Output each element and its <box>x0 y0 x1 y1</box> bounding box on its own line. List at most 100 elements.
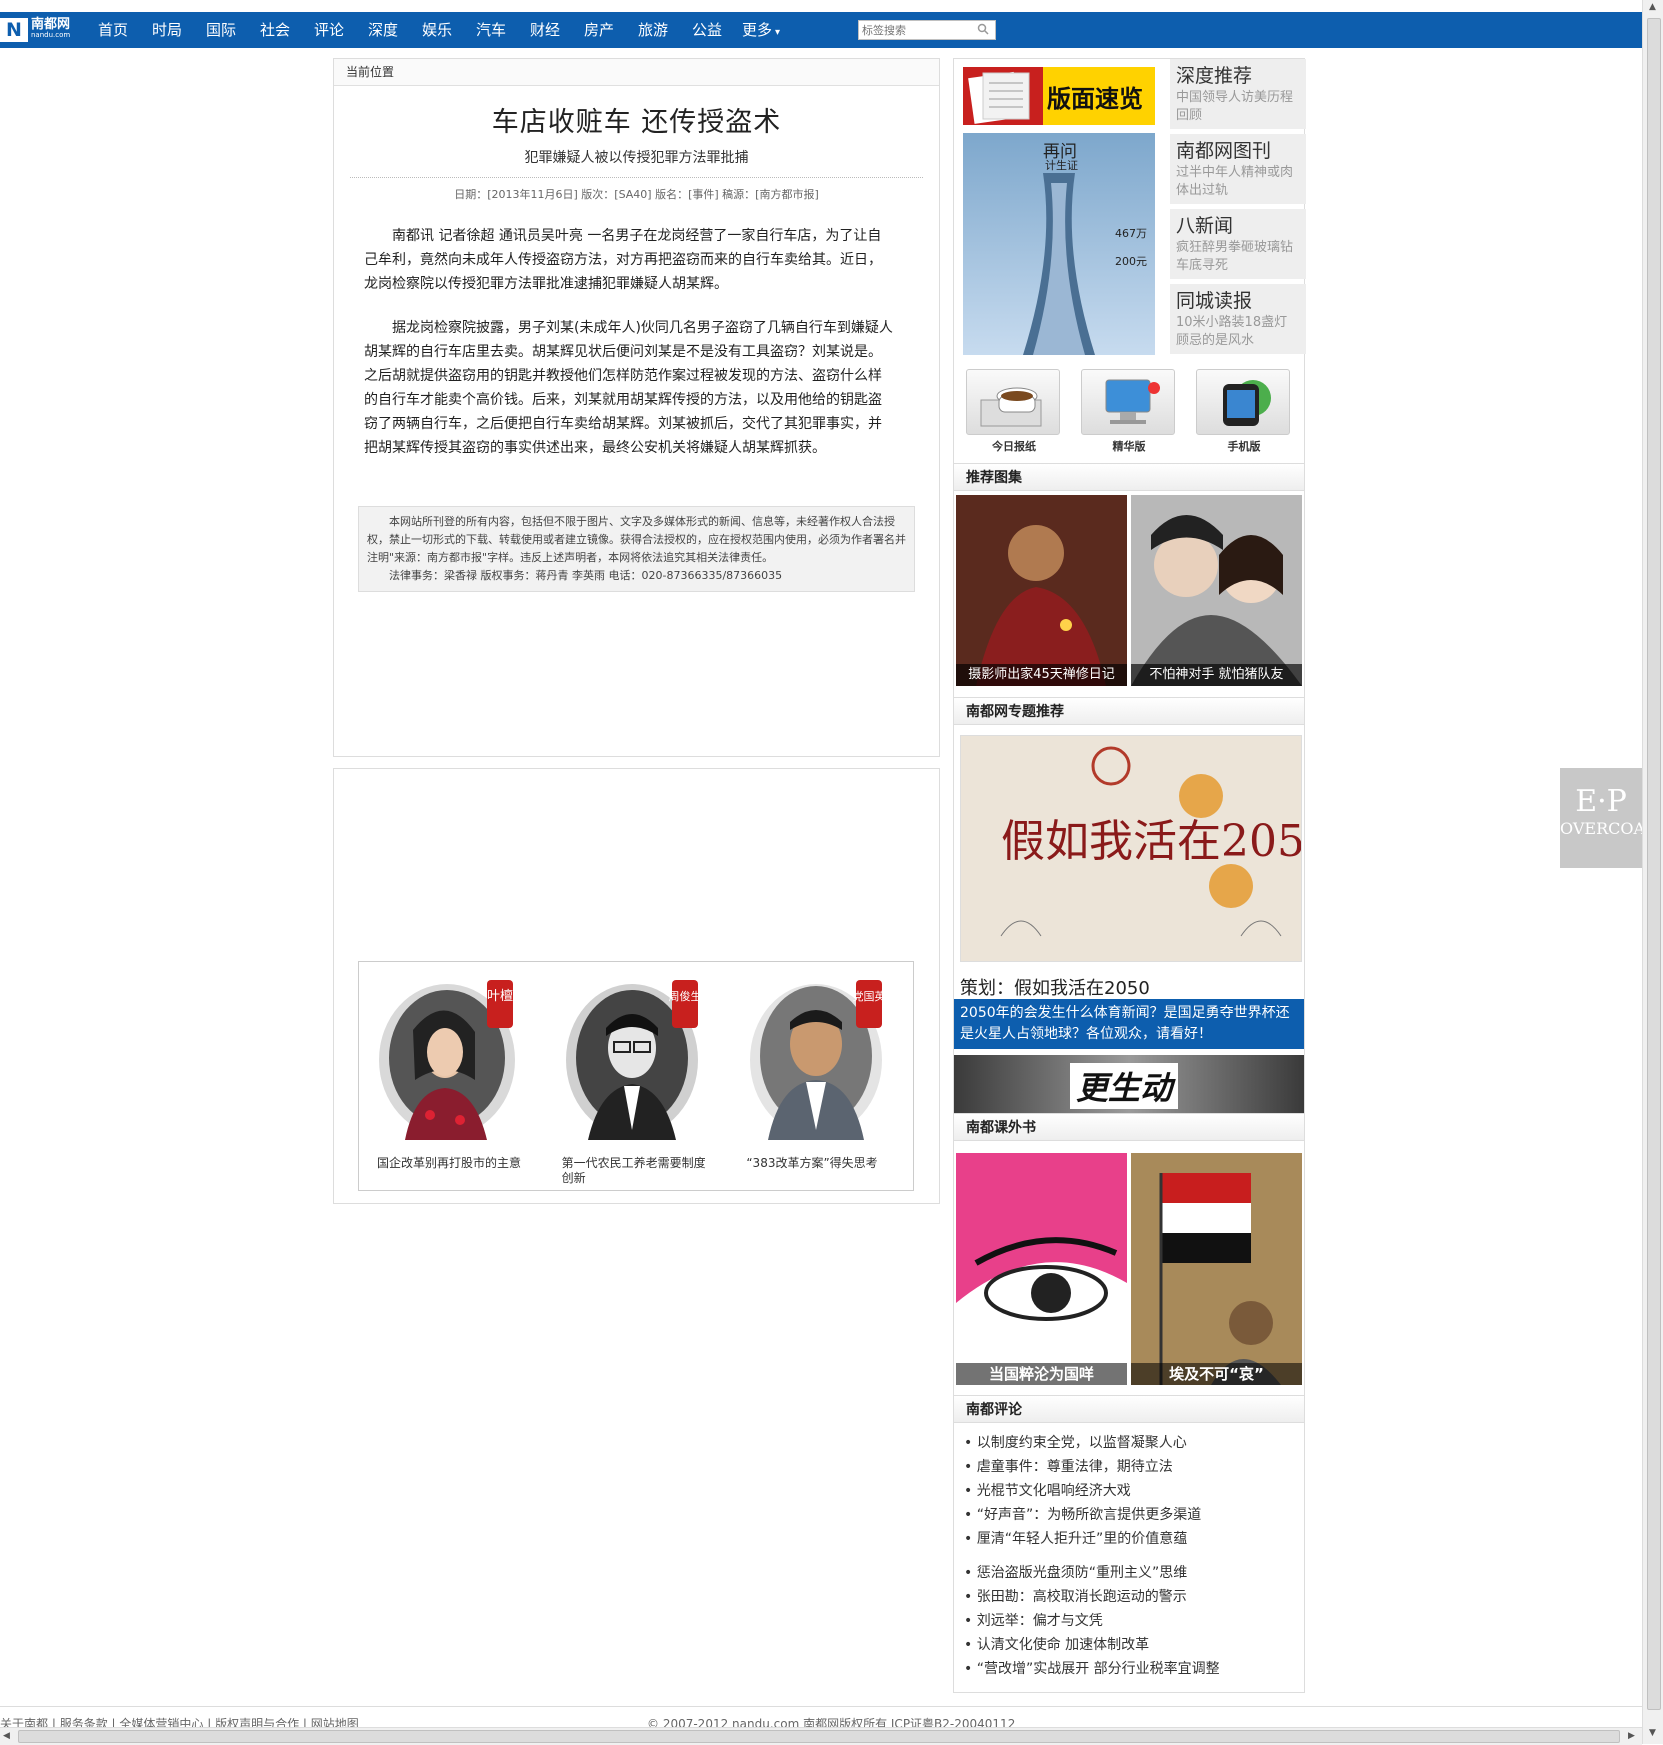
floating-ad-logo: E·P <box>1575 784 1627 819</box>
recommend-title[interactable]: 八新闻 <box>1176 211 1233 238</box>
comment-link[interactable]: 虐童事件：尊重法律，期待立法 <box>964 1455 1294 1479</box>
special-banner[interactable]: 假如我活在2050 <box>960 735 1333 962</box>
comment-link[interactable]: “营改增”实战展开 部分行业税率宜调整 <box>964 1657 1294 1681</box>
nav-item-society[interactable]: 社会 <box>248 12 302 48</box>
logo-mark: N <box>0 18 28 42</box>
comments-list: 以制度约束全党，以监督凝聚人心 虐童事件：尊重法律，期待立法 光棍节文化唱响经济… <box>964 1431 1294 1681</box>
nav-item-finance[interactable]: 财经 <box>518 12 572 48</box>
comment-link[interactable]: “好声音”：为畅所欲言提供更多渠道 <box>964 1503 1294 1527</box>
recommend-desc[interactable]: 疯狂醉男拳砸玻璃钻车底寻死 <box>1176 239 1296 275</box>
book-cover <box>1131 1153 1302 1385</box>
logo-domain: nandu.com <box>31 31 71 39</box>
nav-item-more[interactable]: 更多 ▾ <box>734 12 788 48</box>
columnist-strip: 叶檀 国企改革别再打股市的主意 周俊生 第一代农民工养老需要制度创新 党国英 “… <box>358 961 914 1191</box>
book-caption: 埃及不可“哀” <box>1131 1363 1302 1385</box>
nav-more-label: 更多 <box>741 21 772 39</box>
recommend-desc[interactable]: 10米小路装18盏灯顾忌的是风水 <box>1176 314 1296 350</box>
recommend-title[interactable]: 深度推荐 <box>1176 61 1252 88</box>
horizontal-scroll-thumb[interactable] <box>18 1730 1620 1743</box>
columnist-card[interactable]: 周俊生 第一代农民工养老需要制度创新 <box>544 962 729 1190</box>
special-art-text: 假如我活在2050 <box>1001 816 1301 867</box>
phone-icon <box>1196 369 1290 435</box>
columnist-caption[interactable]: 国企改革别再打股市的主意 <box>377 1156 527 1171</box>
comment-link[interactable]: 刘远举：偏才与文凭 <box>964 1609 1294 1633</box>
columnist-card[interactable]: 党国英 “383改革方案”得失思考 <box>728 962 913 1190</box>
search-icon[interactable] <box>977 23 991 37</box>
breadcrumb: 当前位置 <box>334 59 939 86</box>
app-digest[interactable]: 精华版 <box>1081 369 1177 455</box>
gallery-item[interactable]: 不怕神对手 就怕猪队友 <box>1131 495 1302 686</box>
book-item[interactable]: 埃及不可“哀” <box>1131 1153 1302 1385</box>
vertical-scrollbar[interactable]: ▲ ▼ <box>1642 0 1663 1744</box>
columnist-seal-1: 叶檀 <box>487 988 513 1004</box>
more-vivid-label: 更生动 <box>1070 1063 1179 1109</box>
recommend-title[interactable]: 南都网图刊 <box>1176 136 1271 163</box>
nav-item-home[interactable]: 首页 <box>86 12 140 48</box>
columnist-caption[interactable]: 第一代农民工养老需要制度创新 <box>562 1156 712 1186</box>
nav-item-realestate[interactable]: 房产 <box>572 12 626 48</box>
coffee-newspaper-icon <box>966 369 1060 435</box>
comments-heading: 南都评论 <box>954 1395 1304 1423</box>
columnist-portrait: 叶檀 <box>379 980 515 1140</box>
more-vivid-banner[interactable]: 更生动 <box>954 1055 1304 1113</box>
comment-link[interactable]: 惩治盗版光盘须防“重刑主义”思维 <box>964 1561 1294 1585</box>
special-heading: 南都网专题推荐 <box>954 697 1304 725</box>
footer-divider <box>0 1706 1642 1707</box>
article-box: 当前位置 车店收赃车 还传授盗术 犯罪嫌疑人被以传授犯罪方法罪批捕 日期：[20… <box>333 58 940 757</box>
columnist-portrait: 周俊生 <box>565 980 701 1140</box>
comment-link[interactable]: 张田勘：高校取消长跑运动的警示 <box>964 1585 1294 1609</box>
recommend-item[interactable]: 八新闻 疯狂醉男拳砸玻璃钻车底寻死 <box>962 209 1306 279</box>
scroll-up-icon[interactable]: ▲ <box>1649 2 1656 12</box>
nav-item-depth[interactable]: 深度 <box>356 12 410 48</box>
app-today-paper[interactable]: 今日报纸 <box>966 369 1062 455</box>
floating-ad-text: OVERCOA <box>1560 819 1642 838</box>
special-art: 假如我活在2050 <box>1000 746 1333 937</box>
comment-link[interactable]: 光棍节文化唱响经济大戏 <box>964 1479 1294 1503</box>
app-mobile[interactable]: 手机版 <box>1196 369 1292 455</box>
site-logo[interactable]: N 南都网 nandu.com <box>0 12 70 48</box>
special-blurb[interactable]: 2050年的会发生什么体育新闻？是国足勇夺世界杯还是火星人占领地球？各位观众，请… <box>954 999 1304 1049</box>
columnist-card[interactable]: 叶檀 国企改革别再打股市的主意 <box>359 962 544 1190</box>
comment-link[interactable]: 厘清“年轻人拒升迁”里的价值意蕴 <box>964 1527 1294 1551</box>
nav-item-entertainment[interactable]: 娱乐 <box>410 12 464 48</box>
gallery-photo <box>1131 495 1302 686</box>
recommend-item[interactable]: 南都网图刊 过半中年人精神或肉体出过轨 <box>962 134 1306 204</box>
comment-link[interactable]: 以制度约束全党，以监督凝聚人心 <box>964 1431 1294 1455</box>
vertical-scroll-thumb[interactable] <box>1647 18 1661 1710</box>
book-cover <box>956 1153 1127 1385</box>
app-label: 今日报纸 <box>992 440 1036 453</box>
app-label: 精华版 <box>1112 440 1146 453</box>
book-caption: 当国粹沦为国咩 <box>956 1363 1127 1385</box>
horizontal-scrollbar[interactable]: ◀ ▶ <box>0 1727 1642 1745</box>
nav-item-travel[interactable]: 旅游 <box>626 12 680 48</box>
nav-item-politics[interactable]: 时局 <box>140 12 194 48</box>
article-title: 车店收赃车 还传授盗术 <box>491 107 782 138</box>
recommend-desc[interactable]: 中国领导人访美历程回顾 <box>1176 89 1296 125</box>
nav-item-international[interactable]: 国际 <box>194 12 248 48</box>
scroll-right-icon[interactable]: ▶ <box>1628 1731 1635 1741</box>
nav-item-auto[interactable]: 汽车 <box>464 12 518 48</box>
columnist-seal-3: 党国英 <box>853 989 886 1003</box>
nav-item-opinion[interactable]: 评论 <box>302 12 356 48</box>
gallery-photo <box>956 495 1127 686</box>
article-meta: 日期：[2013年11月6日] 版次：[SA40] 版名：[事件] 稿源：[南方… <box>350 177 923 202</box>
app-label: 手机版 <box>1227 440 1261 453</box>
nav-item-charity[interactable]: 公益 <box>680 12 734 48</box>
gallery-caption: 不怕神对手 就怕猪队友 <box>1131 664 1302 686</box>
copyright-notice: 本网站所刊登的所有内容，包括但不限于图片、文字及多媒体形式的新闻、信息等，未经著… <box>358 506 915 592</box>
book-item[interactable]: 当国粹沦为国咩 <box>956 1153 1127 1385</box>
recommend-desc[interactable]: 过半中年人精神或肉体出过轨 <box>1176 164 1296 200</box>
search-input[interactable] <box>859 21 977 39</box>
scroll-left-icon[interactable]: ◀ <box>3 1731 10 1741</box>
gallery-caption: 摄影师出家45天禅修日记 <box>956 664 1127 686</box>
floating-ad[interactable]: E·P OVERCOA <box>1560 768 1642 868</box>
gallery-item[interactable]: 摄影师出家45天禅修日记 <box>956 495 1127 686</box>
scroll-down-icon[interactable]: ▼ <box>1649 1728 1656 1738</box>
recommend-item[interactable]: 同城读报 10米小路装18盏灯顾忌的是风水 <box>962 284 1306 354</box>
special-headline[interactable]: 策划：假如我活在2050 <box>960 974 1150 1000</box>
columnist-caption[interactable]: “383改革方案”得失思考 <box>746 1156 896 1171</box>
comment-link[interactable]: 认清文化使命 加速体制改革 <box>964 1633 1294 1657</box>
recommend-item[interactable]: 深度推荐 中国领导人访美历程回顾 <box>962 59 1306 129</box>
recommend-title[interactable]: 同城读报 <box>1176 286 1252 313</box>
top-nav-bar: N 南都网 nandu.com 首页 时局 国际 社会 评论 深度 娱乐 汽车 … <box>0 12 1642 48</box>
